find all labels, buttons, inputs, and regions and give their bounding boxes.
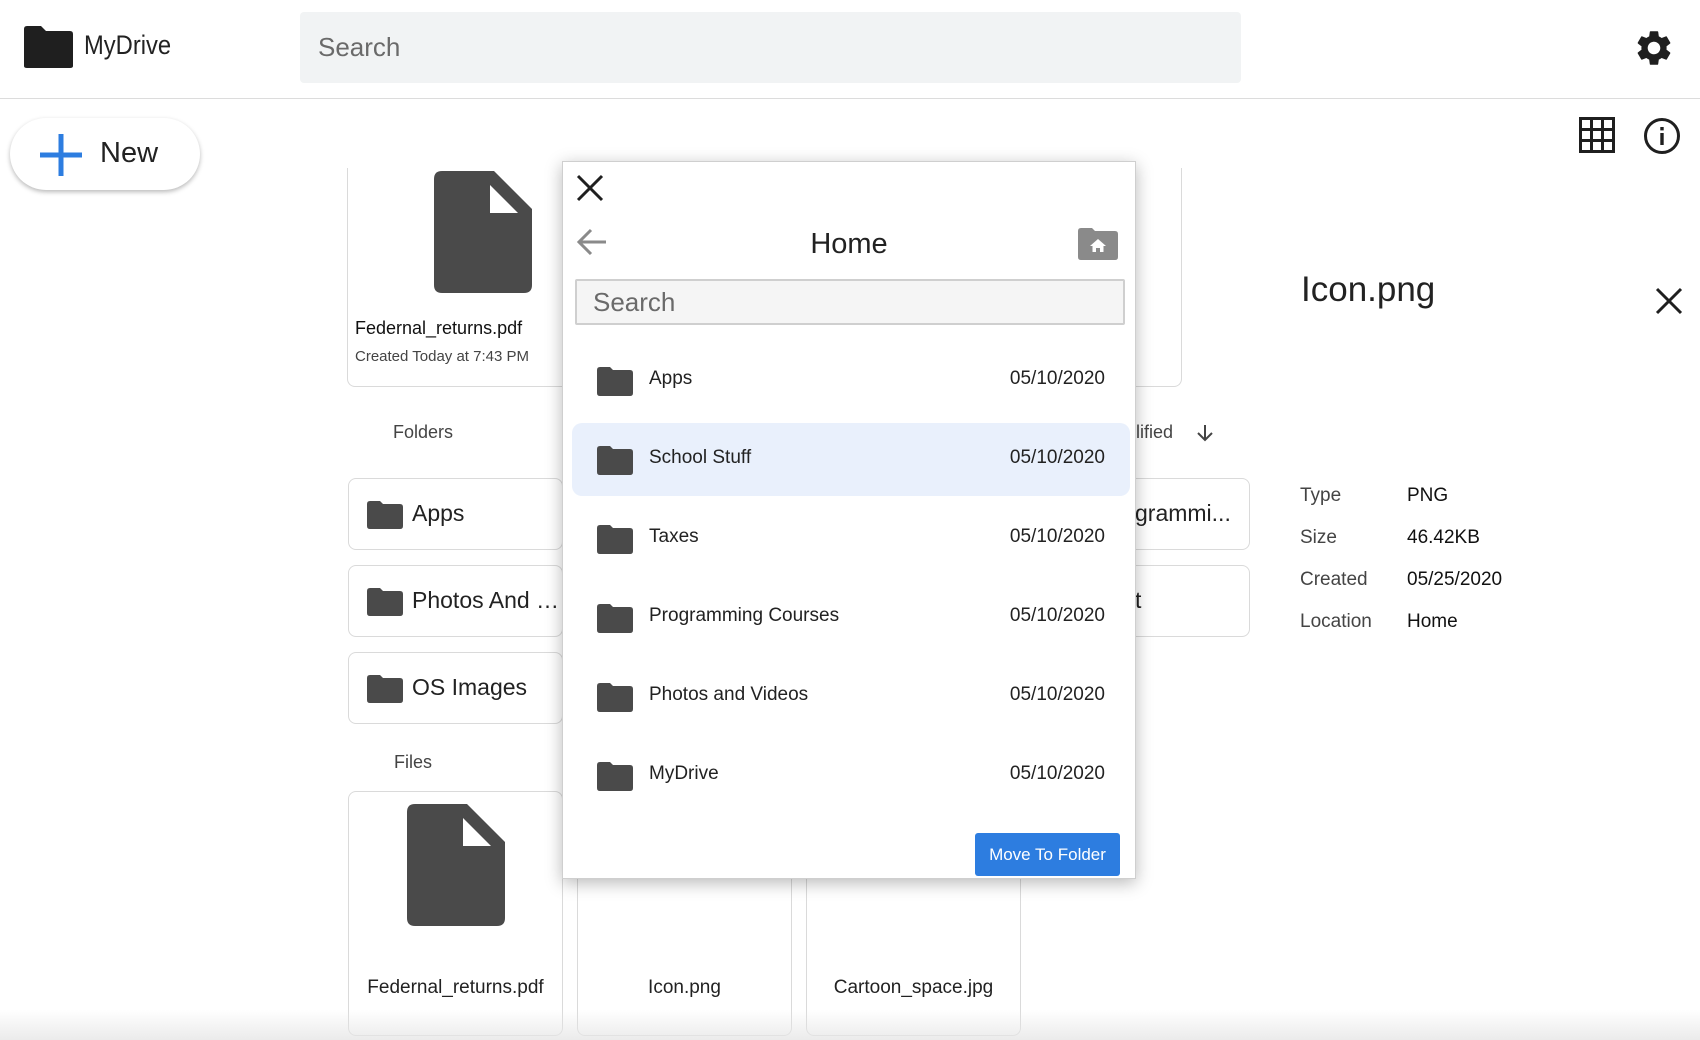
- list-item-date: 05/10/2020: [1009, 684, 1105, 705]
- folder-icon: [597, 762, 633, 791]
- search-input[interactable]: [300, 12, 1241, 83]
- dialog-search-input[interactable]: [575, 279, 1125, 325]
- arrow-down-icon[interactable]: [1195, 423, 1215, 443]
- document-icon: [434, 171, 532, 293]
- detail-value: 05/25/2020: [1407, 569, 1503, 590]
- list-item-name: School Stuff: [649, 447, 752, 468]
- folder-icon: [367, 588, 403, 616]
- folder-icon: [597, 604, 633, 633]
- list-item[interactable]: Photos and Videos 05/10/2020: [572, 660, 1130, 733]
- list-item-date: 05/10/2020: [1009, 526, 1105, 547]
- document-icon: [407, 804, 505, 926]
- list-item-selected[interactable]: School Stuff 05/10/2020: [572, 423, 1130, 496]
- list-item-date: 05/10/2020: [1009, 605, 1105, 626]
- details-title: Icon.png: [1301, 270, 1436, 309]
- detail-key: Created: [1300, 569, 1368, 590]
- file-card-name: Federnal_returns.pdf: [367, 977, 544, 998]
- app-title: MyDrive: [84, 30, 172, 60]
- folder-card-label: Apps: [412, 500, 465, 526]
- dialog-title: Home: [810, 228, 888, 260]
- detail-value: 46.42KB: [1407, 527, 1480, 548]
- detail-key: Type: [1300, 485, 1342, 506]
- close-icon[interactable]: [1654, 286, 1684, 316]
- recent-file-name[interactable]: Federnal_returns.pdf: [355, 318, 522, 339]
- plus-icon: [40, 134, 82, 176]
- list-item[interactable]: MyDrive 05/10/2020: [572, 739, 1130, 812]
- detail-key: Size: [1300, 527, 1337, 548]
- dialog-folder-list: Apps 05/10/2020 School Stuff 05/10/2020 …: [572, 344, 1132, 818]
- new-button-label: New: [100, 137, 159, 169]
- list-item[interactable]: Apps 05/10/2020: [572, 344, 1130, 417]
- list-item-name: Taxes: [649, 526, 699, 547]
- folder-card-label: t: [1135, 587, 1142, 613]
- folder-card-apps[interactable]: Apps: [348, 478, 563, 550]
- file-card-federnal-returns[interactable]: Federnal_returns.pdf: [348, 791, 563, 1036]
- folder-card-label: grammi...: [1135, 500, 1231, 526]
- file-card-name: Icon.png: [648, 977, 721, 998]
- folder-card-os-images[interactable]: OS Images: [348, 652, 563, 724]
- sort-label[interactable]: lified: [1136, 422, 1173, 443]
- home-folder-icon[interactable]: [1078, 228, 1118, 260]
- grid-view-icon[interactable]: [1579, 117, 1615, 153]
- move-to-folder-button[interactable]: Move To Folder: [975, 833, 1120, 876]
- close-icon[interactable]: [574, 172, 606, 204]
- list-item[interactable]: Programming Courses 05/10/2020: [572, 581, 1130, 654]
- list-item-name: Programming Courses: [649, 605, 840, 626]
- new-button[interactable]: New: [10, 118, 200, 190]
- folder-card-label: OS Images: [412, 674, 528, 700]
- info-icon[interactable]: [1643, 117, 1681, 155]
- list-item-date: 05/10/2020: [1009, 368, 1105, 389]
- list-item[interactable]: Taxes 05/10/2020: [572, 502, 1130, 575]
- detail-value: Home: [1407, 611, 1458, 632]
- file-card-name: Cartoon_space.jpg: [833, 977, 994, 998]
- folder-icon: [597, 683, 633, 712]
- folder-logo-icon: [24, 26, 73, 68]
- folder-icon: [367, 675, 403, 703]
- app-header: MyDrive: [0, 0, 1700, 99]
- folder-icon: [597, 367, 633, 396]
- gear-icon[interactable]: [1633, 27, 1675, 69]
- list-item-date: 05/10/2020: [1009, 763, 1105, 784]
- files-section-label: Files: [394, 752, 433, 772]
- folder-icon: [367, 501, 403, 529]
- list-item-name: Photos and Videos: [649, 684, 809, 705]
- list-item-date: 05/10/2020: [1009, 447, 1105, 468]
- folder-card-label: Photos And Videos: [412, 587, 560, 613]
- detail-key: Location: [1300, 611, 1372, 632]
- detail-value: PNG: [1407, 485, 1449, 506]
- folder-icon: [597, 446, 633, 475]
- list-item-name: Apps: [649, 368, 693, 389]
- recent-file-created: Created Today at 7:43 PM: [355, 348, 529, 365]
- folder-card-photos[interactable]: Photos And Videos: [348, 565, 563, 637]
- folder-icon: [597, 525, 633, 554]
- list-item-name: MyDrive: [649, 763, 719, 784]
- folders-section-label: Folders: [393, 422, 454, 442]
- move-to-folder-dialog: Home Apps 05/10/2020 School Stuff 05/10/…: [562, 161, 1136, 879]
